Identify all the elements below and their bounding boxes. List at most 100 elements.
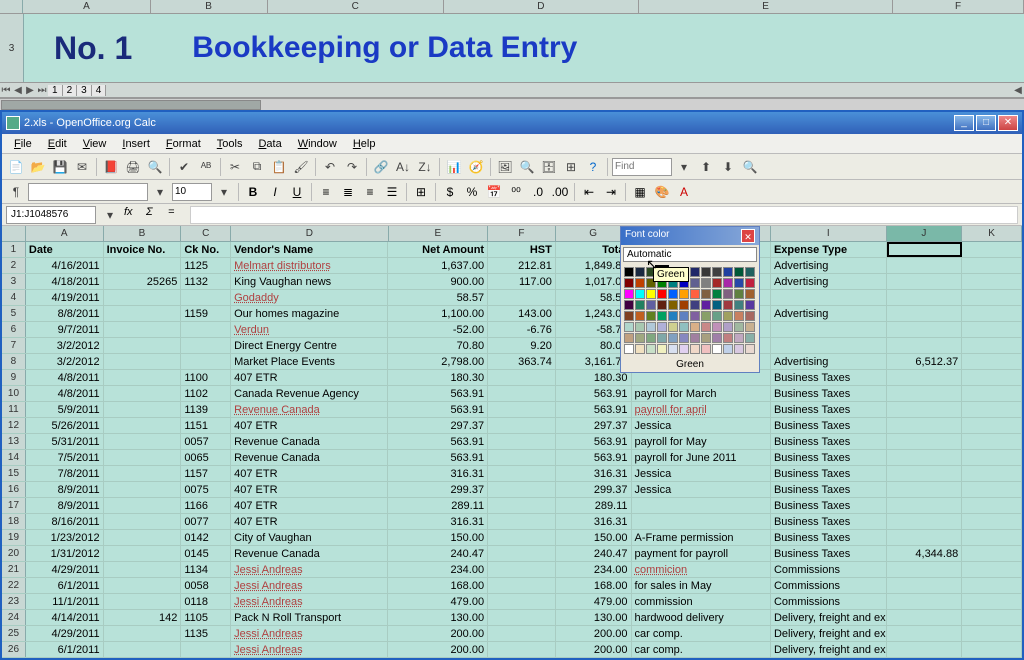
col-header-B[interactable]: B	[104, 226, 182, 241]
cell[interactable]	[488, 386, 556, 401]
color-swatch[interactable]	[701, 333, 711, 343]
col-header-E[interactable]: E	[389, 226, 489, 241]
sort-desc-icon[interactable]: Z↓	[415, 157, 435, 177]
cell[interactable]: 4/16/2011	[26, 258, 104, 273]
cell[interactable]: 3/2/2012	[26, 338, 104, 353]
color-swatch[interactable]	[701, 344, 711, 354]
cell[interactable]: 70.80	[388, 338, 488, 353]
color-swatch[interactable]	[635, 344, 645, 354]
color-swatch[interactable]	[668, 333, 678, 343]
cell[interactable]: 4/19/2011	[26, 290, 104, 305]
cell[interactable]: 5/26/2011	[26, 418, 104, 433]
menu-help[interactable]: Help	[345, 136, 384, 152]
cell[interactable]	[104, 370, 182, 385]
color-swatch[interactable]	[745, 322, 755, 332]
cell[interactable]: 200.00	[388, 642, 488, 657]
cell[interactable]	[104, 402, 182, 417]
cell[interactable]	[104, 450, 182, 465]
row-head[interactable]: 19	[2, 530, 26, 545]
cell[interactable]: 5/9/2011	[26, 402, 104, 417]
cell[interactable]	[962, 402, 1022, 417]
cell[interactable]	[488, 450, 556, 465]
cell[interactable]	[962, 498, 1022, 513]
row-head[interactable]: 11	[2, 402, 26, 417]
cell[interactable]: Business Taxes	[771, 418, 887, 433]
cell[interactable]: Business Taxes	[771, 402, 887, 417]
banner-row-number[interactable]: 3	[0, 14, 24, 82]
color-swatch[interactable]	[657, 344, 667, 354]
titlebar[interactable]: 2.xls - OpenOffice.org Calc _ □ ✕	[2, 112, 1022, 134]
cell[interactable]: 4,344.88	[887, 546, 963, 561]
borders-icon[interactable]: ▦	[630, 182, 650, 202]
cell[interactable]: 407 ETR	[231, 514, 388, 529]
cell[interactable]: -6.76	[488, 322, 556, 337]
cell[interactable]: Jessica	[632, 466, 771, 481]
cell[interactable]: 563.91	[556, 386, 632, 401]
add-decimal-icon[interactable]: .0	[528, 182, 548, 202]
cell[interactable]: Jessi Andreas	[231, 578, 388, 593]
cell[interactable]: 563.91	[388, 450, 488, 465]
cell[interactable]	[488, 402, 556, 417]
cell[interactable]	[887, 610, 963, 625]
upper-col-B[interactable]: B	[151, 0, 268, 13]
cell[interactable]	[488, 578, 556, 593]
row-head[interactable]: 26	[2, 642, 26, 657]
row-head[interactable]: 17	[2, 498, 26, 513]
cell[interactable]	[962, 290, 1022, 305]
cell[interactable]: 58.57	[388, 290, 488, 305]
menu-file[interactable]: File	[6, 136, 40, 152]
row-head[interactable]: 3	[2, 274, 26, 289]
maximize-button[interactable]: □	[976, 115, 996, 131]
cell[interactable]: 4/29/2011	[26, 562, 104, 577]
col-header-C[interactable]: C	[181, 226, 231, 241]
color-swatch[interactable]	[712, 322, 722, 332]
color-swatch[interactable]	[668, 311, 678, 321]
color-swatch[interactable]	[712, 289, 722, 299]
date-icon[interactable]: 📅	[484, 182, 504, 202]
cell[interactable]	[887, 258, 963, 273]
cell[interactable]: 130.00	[556, 610, 632, 625]
cell[interactable]	[962, 418, 1022, 433]
cell[interactable]: Our homes magazine	[231, 306, 388, 321]
col-header-A[interactable]: A	[26, 226, 104, 241]
sheet-tab-2[interactable]: 2	[63, 85, 78, 96]
cell[interactable]	[104, 338, 182, 353]
color-swatch[interactable]	[690, 267, 700, 277]
header-cell[interactable]: Vendor's Name	[231, 242, 388, 257]
upper-hscroll[interactable]	[0, 98, 1024, 110]
popup-close-button[interactable]: ✕	[741, 229, 755, 243]
popup-titlebar[interactable]: Font color ✕	[621, 227, 759, 245]
cell[interactable]: 297.37	[556, 418, 632, 433]
cell[interactable]: Business Taxes	[771, 514, 887, 529]
nav-first-icon[interactable]: ⏮	[0, 85, 12, 96]
cell[interactable]: 9.20	[488, 338, 556, 353]
cell[interactable]	[887, 562, 963, 577]
cell[interactable]: 4/8/2011	[26, 370, 104, 385]
cell[interactable]	[104, 306, 182, 321]
cell[interactable]: 240.47	[388, 546, 488, 561]
col-header-K[interactable]: K	[962, 226, 1022, 241]
standard-fmt-icon[interactable]: ⁰⁰	[506, 182, 526, 202]
color-swatch[interactable]	[679, 289, 689, 299]
cell[interactable]	[962, 626, 1022, 641]
cell[interactable]	[887, 338, 963, 353]
automatic-color-button[interactable]: Automatic	[623, 247, 757, 262]
cell[interactable]	[962, 354, 1022, 369]
cell[interactable]: Business Taxes	[771, 466, 887, 481]
cell[interactable]	[887, 290, 963, 305]
cell[interactable]: 316.31	[556, 466, 632, 481]
cell[interactable]	[887, 450, 963, 465]
row-head[interactable]: 2	[2, 258, 26, 273]
cell[interactable]: Market Place Events	[231, 354, 388, 369]
color-swatch[interactable]	[646, 311, 656, 321]
currency-icon[interactable]: $	[440, 182, 460, 202]
cell[interactable]: Jessi Andreas	[231, 594, 388, 609]
cell[interactable]	[104, 578, 182, 593]
row-head[interactable]: 24	[2, 610, 26, 625]
cell[interactable]: 1125	[181, 258, 231, 273]
font-name-input[interactable]	[28, 183, 148, 201]
cell[interactable]	[488, 498, 556, 513]
cell[interactable]	[962, 594, 1022, 609]
cell[interactable]: 4/18/2011	[26, 274, 104, 289]
cell[interactable]: 1151	[181, 418, 231, 433]
